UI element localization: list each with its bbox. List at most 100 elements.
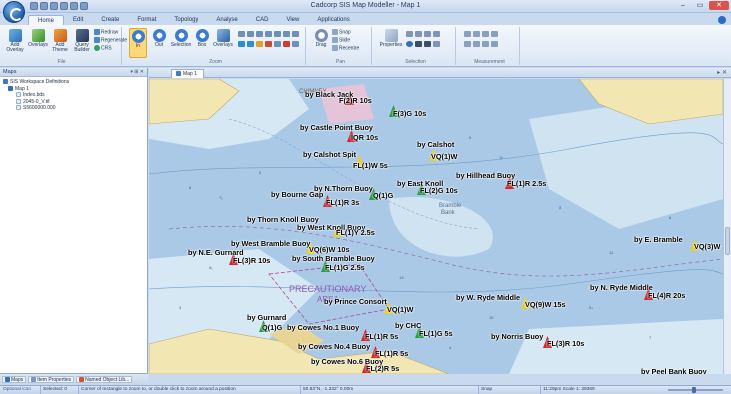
zoom-slider-knob[interactable] [692, 387, 696, 393]
pin-icon[interactable]: ▾ ⊞ ✕ [130, 69, 144, 75]
tab-home[interactable]: Home [28, 15, 65, 25]
select-tool-icon[interactable] [415, 41, 422, 47]
measure-tool-icon[interactable] [464, 41, 471, 47]
checkbox-icon[interactable] [16, 98, 21, 104]
checkbox-icon[interactable] [16, 92, 21, 98]
tab-topology[interactable]: Topology [165, 15, 207, 25]
select-tool-icon[interactable] [424, 41, 431, 47]
application-menu-button[interactable] [3, 1, 25, 23]
svg-text:10: 10 [489, 315, 494, 320]
map-label: by Bourne Gap [271, 190, 324, 199]
status-bar: Optional icon Selected: 0 Corner of rect… [0, 385, 731, 394]
tab-view[interactable]: View [277, 15, 308, 25]
tab-applications[interactable]: Applications [308, 15, 358, 25]
measurement-tools-row-1[interactable] [464, 31, 498, 37]
measure-tool-icon[interactable] [473, 31, 480, 37]
crs-button[interactable]: CRS [94, 45, 112, 51]
select-tool-icon[interactable] [424, 31, 431, 37]
select-tool-icon[interactable] [406, 31, 413, 37]
tab-maps[interactable]: Maps [2, 376, 27, 383]
snap-button[interactable]: Snap [332, 29, 351, 35]
zoom-out-label: Out [154, 42, 164, 48]
zoom-tool-icon[interactable] [274, 31, 281, 37]
flag-icon[interactable] [265, 41, 272, 47]
doc-tab-map1[interactable]: Map 1 [171, 69, 204, 78]
scrollbar-thumb[interactable] [725, 227, 730, 255]
measure-tool-icon[interactable] [491, 31, 498, 37]
pan-left-icon[interactable] [238, 41, 245, 47]
close-icon[interactable]: ▸ ✕ [717, 69, 727, 76]
info-icon[interactable] [406, 41, 413, 47]
map-label: by Castle Point Buoy [300, 123, 373, 132]
tab-analyse[interactable]: Analyse [207, 15, 246, 25]
zoom-in-button[interactable]: In [129, 28, 147, 58]
zoom-selection-button[interactable]: Selection [170, 29, 192, 48]
map-icon [8, 85, 13, 91]
zoom-overlays-button[interactable]: Overlays [212, 29, 234, 48]
regenerate-label: Regenerate [101, 37, 128, 44]
snap-toggle[interactable]: Snap [478, 386, 492, 394]
measure-tool-icon[interactable] [464, 31, 471, 37]
vertical-scrollbar[interactable] [723, 79, 731, 374]
map-label: F(3)G 10s [393, 109, 427, 118]
slide-button[interactable]: Slide [332, 37, 350, 43]
drag-button[interactable]: Drag [313, 29, 329, 48]
measure-tool-icon[interactable] [482, 31, 489, 37]
bookmark-icon[interactable] [256, 41, 263, 47]
zoom-box-button[interactable]: Box [194, 29, 210, 48]
recentre-button[interactable]: Recentre [332, 45, 359, 51]
zoom-tool-icon[interactable] [256, 31, 263, 37]
regenerate-button[interactable]: Regenerate [94, 37, 127, 43]
add-theme-button[interactable]: Add Theme [51, 29, 69, 53]
zoom-tool-icon[interactable] [292, 31, 299, 37]
help-icon[interactable] [718, 16, 726, 24]
properties-button[interactable]: Properties [379, 29, 403, 48]
pan-right-icon[interactable] [247, 41, 254, 47]
zoom-tools-row-2[interactable] [238, 41, 299, 47]
select-tool-icon[interactable] [433, 31, 440, 37]
maps-panel: Maps ▾ ⊞ ✕ SIS Workspace Definitions Map… [0, 68, 148, 373]
measurement-tools-row-2[interactable] [464, 41, 498, 47]
measurement-group-label: Measurement [474, 59, 505, 65]
map-view[interactable]: CHIMNEY PRECAUTIONARY AREA Bramble Bank … [149, 79, 723, 374]
add-overlay-button[interactable]: Add Overlay [5, 29, 25, 53]
zoom-group: In Out Selection Box Overlays Zoom [126, 27, 306, 65]
zoom-tool-icon[interactable] [292, 41, 299, 47]
tab-edit[interactable]: Edit [64, 15, 92, 25]
select-tool-icon[interactable] [433, 41, 440, 47]
tab-cad[interactable]: CAD [247, 15, 278, 25]
overlays-button[interactable]: Overlays [28, 29, 48, 48]
tree-node-label: S5600000.000 [23, 105, 56, 111]
zoom-tool-icon[interactable] [265, 31, 272, 37]
measure-tool-icon[interactable] [473, 41, 480, 47]
tree-node-overlay[interactable]: S5600000.000 [3, 105, 144, 112]
query-builder-button[interactable]: Query Builder [72, 29, 92, 53]
zoom-tool-icon[interactable] [238, 31, 245, 37]
selection-tools-row-1[interactable] [406, 31, 440, 37]
zoom-tool-icon[interactable] [274, 41, 281, 47]
zoom-tool-icon[interactable] [247, 31, 254, 37]
status-scale[interactable]: 11:29pm Scale 1: 39369 [540, 386, 595, 394]
tab-named-object-library[interactable]: Named Object Lib... [76, 376, 133, 383]
close-button[interactable]: ✕ [709, 1, 729, 10]
zoom-in-icon [131, 30, 145, 43]
zoom-out-button[interactable]: Out [150, 29, 168, 48]
redraw-button[interactable]: Redraw [94, 29, 118, 35]
checkbox-icon[interactable] [16, 105, 21, 111]
tab-item-properties[interactable]: Item Properties [28, 376, 75, 383]
select-tool-icon[interactable] [415, 31, 422, 37]
zoom-tool-icon[interactable] [283, 31, 290, 37]
measure-tool-icon[interactable] [482, 41, 489, 47]
warning-icon[interactable] [283, 41, 290, 47]
minimize-button[interactable]: – [675, 1, 691, 10]
tab-format[interactable]: Format [128, 15, 165, 25]
map-label: FL(1)Y 2.5s [336, 228, 375, 237]
measure-tool-icon[interactable] [491, 41, 498, 47]
tab-create[interactable]: Create [92, 15, 128, 25]
zoom-tools-row-1[interactable] [238, 31, 299, 37]
selection-tools-row-2[interactable] [406, 41, 440, 47]
maximize-button[interactable]: ▭ [692, 1, 708, 10]
zoom-box-icon [195, 29, 209, 42]
library-icon [79, 377, 85, 383]
svg-text:13: 13 [399, 275, 404, 280]
